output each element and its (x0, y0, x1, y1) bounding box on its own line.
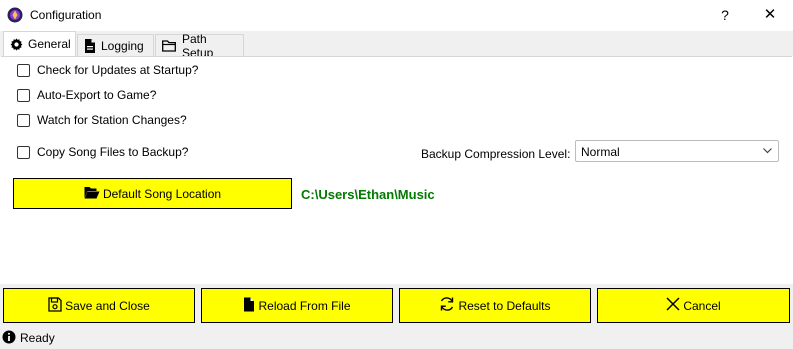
default-song-location-button[interactable]: Default Song Location (13, 178, 292, 209)
checkbox[interactable] (17, 145, 30, 159)
check-updates-option[interactable]: Check for Updates at Startup? (17, 63, 198, 77)
info-icon (2, 330, 16, 344)
tab-logging[interactable]: Logging (77, 34, 154, 56)
tab-strip: General Logging Path Setup (0, 31, 793, 60)
status-text: Ready (20, 331, 55, 345)
tab-general[interactable]: General (3, 31, 76, 56)
option-label: Auto-Export to Game? (37, 88, 157, 102)
option-label: Copy Song Files to Backup? (37, 145, 189, 159)
default-song-path: C:\Users\Ethan\Music (301, 187, 435, 202)
x-icon (666, 297, 680, 314)
cancel-button[interactable]: Cancel (597, 288, 790, 323)
folder-open-icon (84, 186, 100, 202)
checkbox[interactable] (17, 113, 30, 127)
button-label: Reset to Defaults (458, 298, 551, 313)
auto-export-option[interactable]: Auto-Export to Game? (17, 88, 156, 102)
close-button[interactable]: ✕ (755, 5, 785, 25)
reload-from-file-button[interactable]: Reload From File (201, 288, 393, 323)
title-bar (0, 0, 793, 31)
checkbox[interactable] (17, 88, 30, 102)
refresh-icon (439, 296, 455, 315)
tab-label: General (28, 37, 71, 51)
help-button[interactable]: ? (713, 5, 737, 25)
tab-label: Logging (101, 38, 144, 53)
chevron-down-icon (762, 145, 773, 159)
compression-level-value: Normal (581, 145, 620, 159)
save-and-close-button[interactable]: Save and Close (3, 288, 195, 323)
folder-icon (162, 39, 177, 52)
save-icon (48, 296, 62, 315)
reset-to-defaults-button[interactable]: Reset to Defaults (399, 288, 591, 323)
option-label: Watch for Station Changes? (37, 113, 187, 127)
option-label: Check for Updates at Startup? (37, 63, 199, 77)
app-logo-icon (7, 7, 23, 23)
file-icon (243, 297, 255, 315)
button-label: Default Song Location (102, 186, 222, 201)
tab-path-setup[interactable]: Path Setup (155, 32, 244, 60)
watch-station-option[interactable]: Watch for Station Changes? (17, 113, 187, 127)
button-label: Reload From File (258, 298, 351, 313)
window-title: Configuration (30, 8, 102, 22)
copy-song-files-option[interactable]: Copy Song Files to Backup? (17, 145, 188, 159)
compression-level-select[interactable]: Normal (575, 140, 779, 162)
compression-level-label: Backup Compression Level: (421, 147, 571, 161)
document-icon (84, 38, 96, 53)
button-label: Cancel (683, 298, 721, 313)
checkbox[interactable] (17, 63, 30, 77)
button-label: Save and Close (65, 298, 150, 313)
gear-icon (10, 37, 23, 51)
